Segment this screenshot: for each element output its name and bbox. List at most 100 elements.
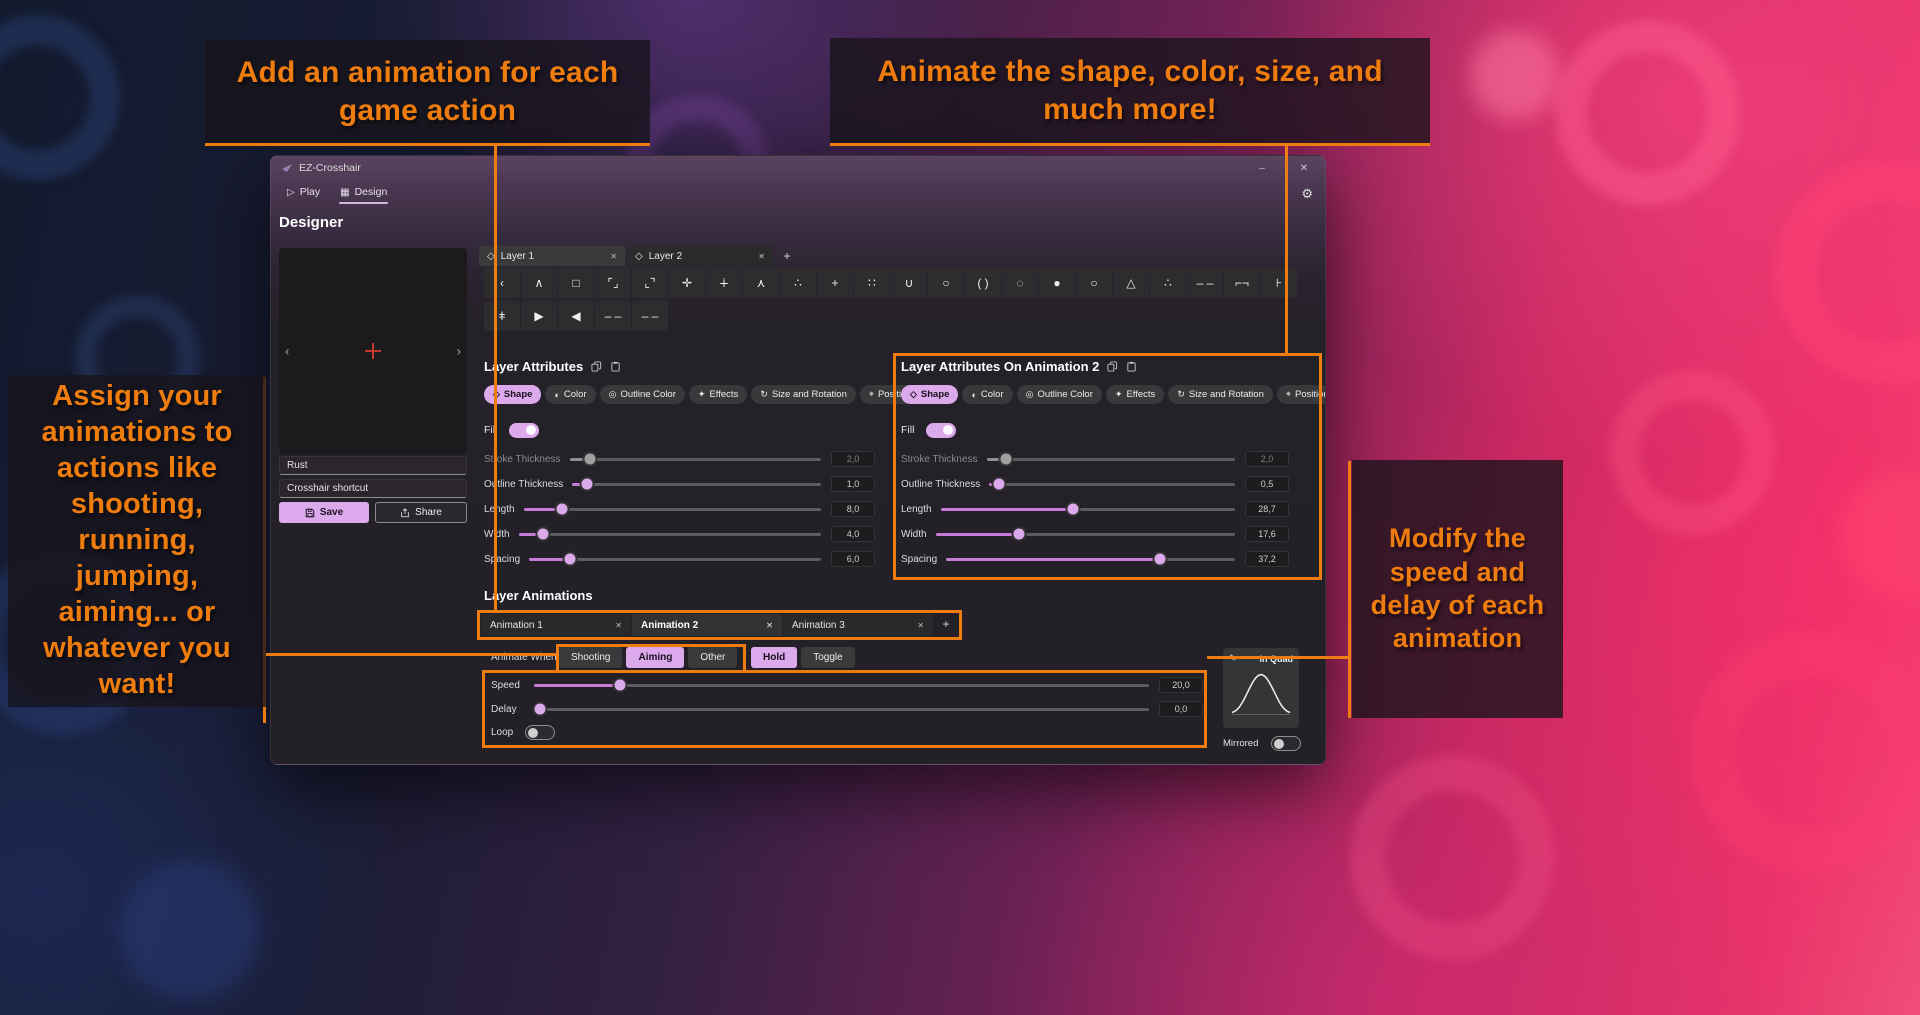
attr-tab-effects[interactable]: ✦Effects <box>689 385 747 404</box>
bokeh-glow <box>1840 470 1920 600</box>
fill-toggle[interactable] <box>509 423 539 438</box>
shape-tool-button-row1-7[interactable]: ∔ <box>706 268 742 298</box>
spacing-value[interactable]: 6,0 <box>831 551 875 567</box>
shape-tool-button-row1-12[interactable]: ∪ <box>891 268 927 298</box>
attr-tab-label: Outline Color <box>620 389 675 400</box>
settings-gear-icon[interactable]: ⚙ <box>1301 186 1313 202</box>
layer-tab-label: Layer 2 <box>649 251 753 262</box>
game-name-input[interactable]: Rust <box>279 456 467 475</box>
shortcut-input[interactable]: Crosshair shortcut <box>279 479 467 498</box>
layer-tab-layer-1[interactable]: ◇Layer 1✕ <box>479 246 625 266</box>
layer-diamond-icon: ◇ <box>635 251 643 262</box>
mirrored-label: Mirrored <box>1223 738 1258 749</box>
outline-thickness-slider[interactable] <box>572 483 821 486</box>
add-layer-button[interactable]: + <box>775 246 799 266</box>
shape-tool-button-row1-17[interactable]: ○ <box>1076 268 1112 298</box>
shape-tool-button-row1-16[interactable]: ● <box>1039 268 1075 298</box>
width-slider[interactable] <box>519 533 821 536</box>
attr-tab-shape[interactable]: ◇Shape <box>484 385 541 404</box>
mirrored-toggle[interactable] <box>1271 736 1301 751</box>
window-controls: – ✕ <box>1241 156 1325 180</box>
slider-handle[interactable] <box>557 504 568 515</box>
spacing-slider[interactable] <box>529 558 821 561</box>
connector-line-top-left-v <box>494 143 497 612</box>
shape-tool-button-row1-6[interactable]: ✛ <box>669 268 705 298</box>
mode-button-hold[interactable]: Hold <box>751 647 797 668</box>
shape-tool-button-row1-21[interactable]: ⌐¬ <box>1224 268 1260 298</box>
attr-tab-outline-color[interactable]: ◎Outline Color <box>600 385 685 404</box>
close-button[interactable]: ✕ <box>1283 156 1325 180</box>
slider-handle[interactable] <box>584 454 595 465</box>
attr-tab-color[interactable]: ◐Color <box>545 385 595 404</box>
shape-tool-button-row1-5[interactable]: ⌞⌝ <box>632 268 668 298</box>
save-button[interactable]: Save <box>279 502 369 523</box>
tab-design[interactable]: ▦ Design <box>338 182 389 206</box>
layer-tab-close-icon[interactable]: ✕ <box>758 252 765 261</box>
slider-handle[interactable] <box>582 479 593 490</box>
bokeh-ring <box>1555 20 1740 205</box>
shape-tool-button-row1-15[interactable]: ◌ <box>1002 268 1038 298</box>
shape-tool-button-row1-22[interactable]: ⊦ <box>1261 268 1297 298</box>
shape-tool-button-row1-20[interactable]: – – <box>1187 268 1223 298</box>
width-value[interactable]: 4,0 <box>831 526 875 542</box>
connector-line-top-right-h <box>830 143 1430 146</box>
layer-tab-layer-2[interactable]: ◇ Layer 2 ✕ <box>627 246 773 266</box>
shape-tool-button-row2-3[interactable]: ◀ <box>558 301 594 331</box>
slider-handle[interactable] <box>565 554 576 565</box>
shape-tool-button-row1-18[interactable]: △ <box>1113 268 1149 298</box>
bokeh-ring <box>1610 370 1775 535</box>
paste-icon[interactable] <box>610 361 621 372</box>
shape-tool-button-row2-2[interactable]: ▶ <box>521 301 557 331</box>
toggle-knob <box>1274 739 1284 749</box>
shape-tool-button-row2-4[interactable]: – – <box>595 301 631 331</box>
shape-tool-button-row1-19[interactable]: ∴ <box>1150 268 1186 298</box>
layer-tabs: ◇Layer 1✕◇Layer 2✕+ <box>479 246 799 266</box>
shape-tool-button-row1-10[interactable]: + <box>817 268 853 298</box>
shape-tool-button-row1-1[interactable]: ‹ <box>484 268 520 298</box>
attr-tab-label: Size and Rotation <box>772 389 847 400</box>
shape-tool-button-row1-3[interactable]: □ <box>558 268 594 298</box>
length-value[interactable]: 8,0 <box>831 501 875 517</box>
layer-tab-label: Layer 1 <box>501 251 605 262</box>
callout-top-left: Add an animation for each game action <box>205 40 650 143</box>
size-and-rotation-icon: ↻ <box>760 389 768 400</box>
highlight-box-speed-delay <box>482 670 1207 748</box>
attr-tab-size-and-rotation[interactable]: ↻ Size and Rotation <box>751 385 856 404</box>
shape-tool-button-row1-13[interactable]: ○ <box>928 268 964 298</box>
slider-row-length: Length8,0 <box>484 501 875 517</box>
bokeh-ring <box>1350 755 1555 960</box>
prev-crosshair-button[interactable]: ‹ <box>281 342 293 361</box>
tab-play[interactable]: ▷ Play <box>285 182 322 206</box>
titlebar: EZ-Crosshair – ✕ <box>271 156 1325 180</box>
design-icon: ▦ <box>340 187 349 198</box>
shape-tool-button-row1-14[interactable]: ( ) <box>965 268 1001 298</box>
attribute-sliders: Stroke Thickness2,0Outline Thickness1,0L… <box>484 451 875 567</box>
share-button[interactable]: Share <box>375 502 467 523</box>
length-slider[interactable] <box>524 508 821 511</box>
tab-design-label: Design <box>355 186 388 198</box>
stroke-thickness-slider[interactable] <box>570 458 821 461</box>
callout-left: Assign your animations to actions like s… <box>8 375 266 707</box>
mode-button-toggle[interactable]: Toggle <box>801 647 854 668</box>
play-icon: ▷ <box>287 187 295 198</box>
minimize-button[interactable]: – <box>1241 156 1283 180</box>
shape-tool-button-row1-11[interactable]: ∷ <box>854 268 890 298</box>
highlight-box-animation-attributes <box>893 353 1322 580</box>
layer-tab-close-icon[interactable]: ✕ <box>610 252 617 261</box>
bokeh-glow <box>120 860 260 1000</box>
stroke-thickness-value[interactable]: 2,0 <box>831 451 875 467</box>
shape-tool-button-row2-5[interactable]: – – <box>632 301 668 331</box>
easing-card[interactable]: ✎ In Quad <box>1223 648 1299 728</box>
shape-tool-button-row2-1[interactable]: ǂ <box>484 301 520 331</box>
slider-row-spacing: Spacing6,0 <box>484 551 875 567</box>
slider-handle[interactable] <box>537 529 548 540</box>
outline-thickness-value[interactable]: 1,0 <box>831 476 875 492</box>
shape-tool-button-row1-9[interactable]: ∴ <box>780 268 816 298</box>
shape-tool-button-row1-8[interactable]: ⋏ <box>743 268 779 298</box>
shape-tool-button-row1-4[interactable]: ⌜⌟ <box>595 268 631 298</box>
shape-tool-button-row1-2[interactable]: ∧ <box>521 268 557 298</box>
copy-icon[interactable] <box>591 361 602 372</box>
next-crosshair-button[interactable]: › <box>453 342 465 361</box>
color-icon: ◐ <box>554 390 559 400</box>
attribute-category-tabs: ◇Shape◐Color ◎Outline Color✦Effects ↻ Size … <box>484 385 875 404</box>
